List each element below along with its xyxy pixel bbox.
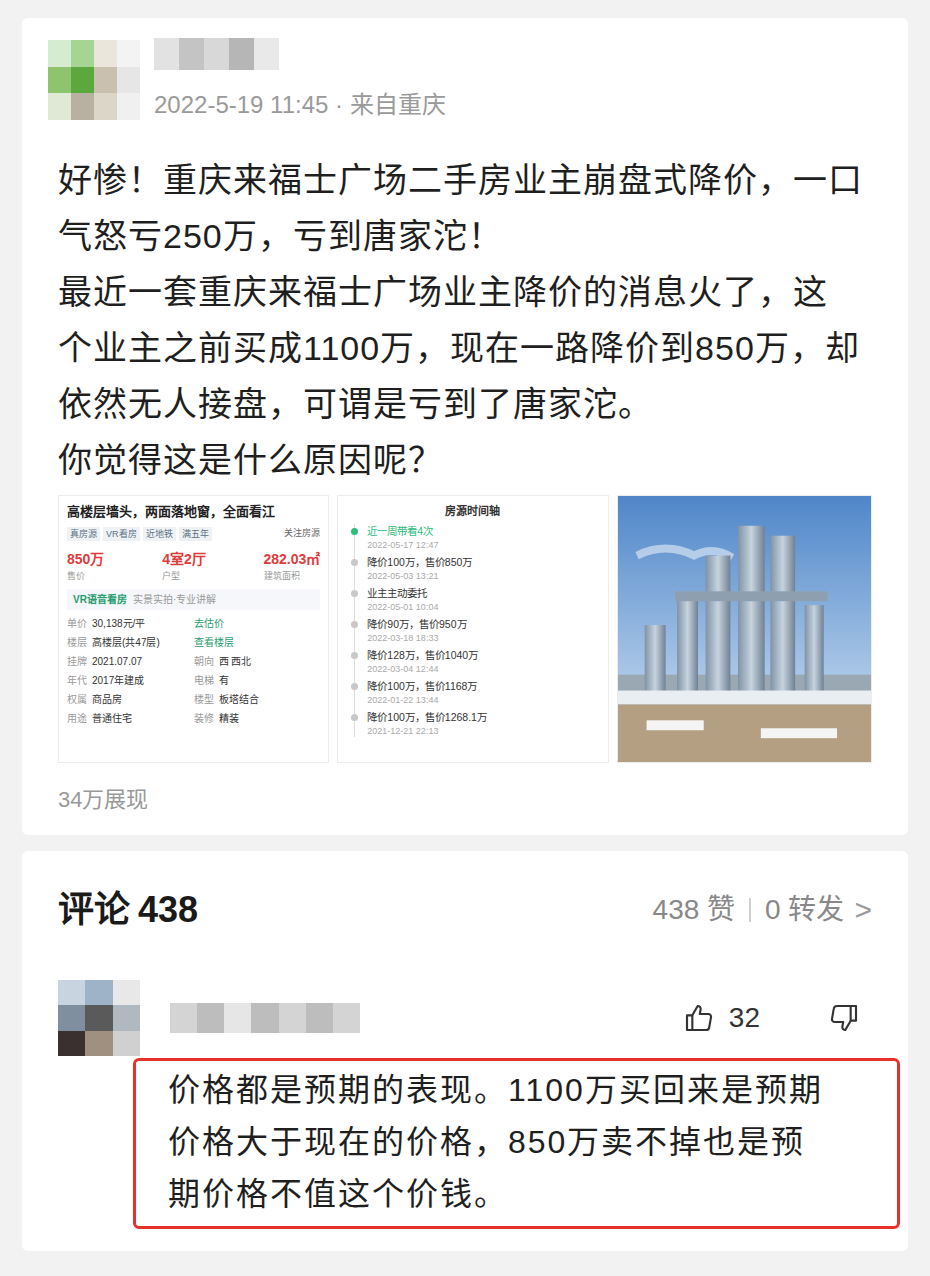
detail-row: 用途普通住宅装修精装 — [67, 709, 320, 728]
comment-text: 价格都是预期的表现。1100万买回来是预期价格大于现在的价格，850万卖不掉也是… — [133, 1058, 900, 1229]
listing-stats: 850万售价 4室2厅户型 282.03㎡建筑面积 — [67, 549, 320, 584]
timeline-entry: 降价100万，售价1268.1万2021-12-21 22:13 — [355, 710, 599, 737]
timeline-screenshot[interactable]: 房源时间轴近一周带看4次2022-05-17 12:47 降价100万，售价850… — [337, 495, 608, 763]
detail-row: 年代2017年建成电梯有 — [67, 671, 320, 690]
detail-link[interactable]: 去估价 — [194, 618, 224, 629]
listing-screenshot[interactable]: 高楼层墙头，两面落地窗，全面看江真房源VR看房近地铁满五年 关注房源 850万售价 4… — [58, 495, 329, 763]
detail-row: 单价30,138元/平去估价 — [67, 614, 320, 633]
timeline-title: 房源时间轴 — [346, 502, 599, 520]
comment-header: 32 — [58, 980, 872, 1056]
detail-row: 挂牌2021.07.07朝向西 西北 — [67, 652, 320, 671]
listing-tag: VR看房 — [103, 527, 140, 541]
timeline-dot — [351, 621, 358, 628]
post-card: 2022-5-19 11:45 · 来自重庆好惨！重庆来福士广场二手房业主崩盘式… — [22, 18, 908, 835]
comments-card: 评论438 438 赞 0 转发>32 价格都是预期的表现。1100万买回来是预期价格… — [22, 851, 908, 1251]
comment-likes: 32 — [729, 997, 760, 1039]
post-body: 好惨！重庆来福士广场二手房业主崩盘式降价，一口气怒亏250万，亏到唐家沱！最近一… — [58, 152, 872, 488]
timeline-dot — [351, 683, 358, 690]
skyline-photo[interactable] — [617, 495, 872, 763]
detail-row: 楼层高楼层(共47层)查看楼层 — [67, 633, 320, 652]
comments-title: 评论438 — [58, 888, 198, 932]
timeline-dot — [351, 528, 358, 535]
like-count[interactable]: 438 赞 — [653, 889, 736, 931]
more-chevron-icon[interactable]: > — [854, 887, 872, 932]
timeline-entry: 降价90万，售价950万2022-03-18 18:33 — [355, 617, 599, 644]
commenter-name[interactable] — [170, 1003, 360, 1033]
thumbs-up-icon[interactable] — [683, 1002, 715, 1034]
listing-tag: 近地铁 — [143, 527, 176, 541]
timeline-entry: 近一周带看4次2022-05-17 12:47 — [355, 524, 599, 551]
thumbs-down-icon[interactable] — [828, 1002, 860, 1034]
timeline-dot — [351, 590, 358, 597]
listing-tag: 满五年 — [179, 527, 212, 541]
image-row: 高楼层墙头，两面落地窗，全面看江真房源VR看房近地铁满五年 关注房源 850万售价 4… — [58, 495, 872, 763]
view-count: 34万展现 — [58, 785, 872, 815]
post-timestamp: 2022-5-19 11:45 · 来自重庆 — [154, 90, 446, 120]
listing-stat: 850万售价 — [67, 549, 104, 584]
listing-tag: 真房源 — [67, 527, 100, 541]
commenter-avatar[interactable] — [58, 980, 140, 1056]
author-avatar[interactable] — [48, 40, 140, 120]
timeline-entry: 降价100万，售价1168万2022-01-22 13:44 — [355, 679, 599, 706]
listing-details: 单价30,138元/平去估价楼层高楼层(共47层)查看楼层挂牌2021.07.0… — [67, 614, 320, 728]
listing-stat: 282.03㎡建筑面积 — [264, 549, 321, 584]
detail-row: 权属商品房楼型板塔结合 — [67, 690, 320, 709]
timeline-entry: 业主主动委托2022-05-01 10:04 — [355, 586, 599, 613]
post-stats: 438 赞 0 转发> — [653, 887, 872, 932]
listing-tags: 真房源VR看房近地铁满五年 关注房源 — [67, 527, 320, 541]
listing-stat: 4室2厅户型 — [162, 549, 206, 584]
timeline-entry: 降价100万，售价850万2022-05-03 13:21 — [355, 555, 599, 582]
timeline-entry: 降价128万，售价1040万2022-03-04 12:44 — [355, 648, 599, 675]
timeline-dot — [351, 652, 358, 659]
follow-link[interactable]: 关注房源 — [284, 527, 320, 541]
listing-title: 高楼层墙头，两面落地窗，全面看江 — [67, 502, 320, 522]
share-count[interactable]: 0 转发 — [765, 889, 844, 931]
comments-header: 评论438 438 赞 0 转发> — [58, 887, 872, 932]
author-name[interactable] — [154, 38, 279, 70]
vr-banner[interactable]: VR语音看房实景实拍·专业讲解 — [67, 589, 320, 610]
timeline-dot — [351, 559, 358, 566]
detail-link[interactable]: 查看楼层 — [194, 637, 234, 648]
timeline-list: 近一周带看4次2022-05-17 12:47 降价100万，售价850万2022… — [354, 524, 599, 737]
timeline-dot — [351, 714, 358, 721]
stats-divider — [749, 898, 751, 922]
